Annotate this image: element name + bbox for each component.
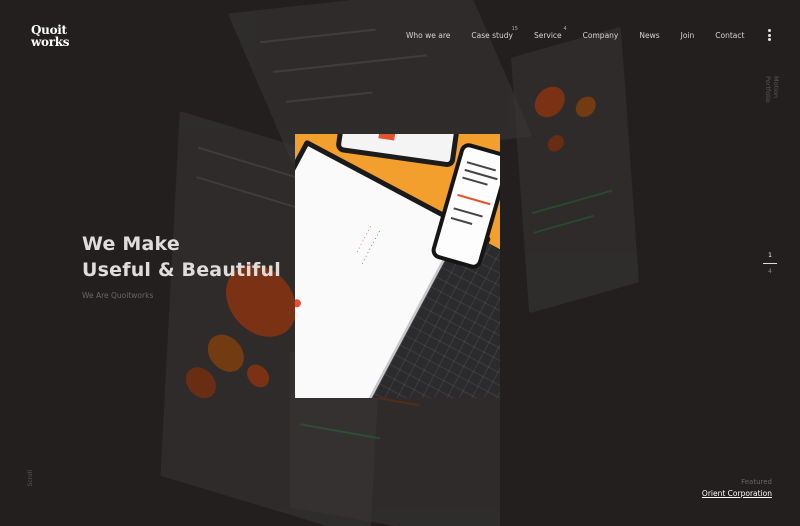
nav-label: Company — [582, 31, 619, 40]
side-tab-portfolio[interactable]: Portfolio — [764, 76, 772, 103]
pager-total: 4 — [768, 268, 772, 275]
nav-join[interactable]: Join — [681, 31, 695, 40]
tablet-mockup — [335, 134, 463, 169]
nav-label: Join — [680, 31, 695, 40]
nav-label: Contact — [715, 31, 745, 40]
hero-heading-line-1: We Make — [82, 233, 180, 255]
pager-current: 1 — [768, 252, 772, 259]
featured-label: Featured — [741, 478, 772, 486]
side-tabs: Motion Portfolio — [764, 76, 780, 113]
quoitworks-logo[interactable]: Quoit works — [31, 24, 70, 49]
main-nav: Who we are Case study 15 Service 4 Company… — [406, 26, 765, 40]
scroll-indicator[interactable]: Scroll — [27, 470, 34, 486]
nav-label: Who we are — [406, 31, 451, 40]
hero-heading-line-2: Useful & Beautiful — [82, 259, 281, 281]
nav-service[interactable]: Service 4 — [533, 26, 567, 40]
featured-work-image[interactable]: ・・・・・・・・ ・・・・・・・・・・ — [295, 134, 500, 398]
nav-label: Service — [533, 31, 562, 40]
nav-case-study[interactable]: Case study 15 — [471, 26, 518, 40]
slide-pager[interactable]: 1 4 — [763, 252, 777, 275]
nav-label: News — [639, 31, 660, 40]
nav-badge: 15 — [511, 26, 518, 32]
side-tab-motion[interactable]: Motion — [772, 76, 780, 103]
nav-who-we-are[interactable]: Who we are — [406, 31, 450, 40]
logo-line-2: works — [31, 35, 70, 49]
hero-subtitle: We Are Quoitworks — [82, 291, 154, 300]
nav-badge: 4 — [563, 26, 567, 32]
nav-news[interactable]: News — [639, 31, 659, 40]
hero-stage: Quoit works Who we are Case study 15 Serv… — [0, 0, 800, 526]
featured-client-link[interactable]: Orient Corporation — [702, 489, 772, 498]
pager-divider — [763, 263, 777, 264]
background-mockup-right — [511, 26, 639, 314]
vertical-dots-icon[interactable] — [768, 29, 772, 41]
nav-contact[interactable]: Contact — [715, 31, 744, 40]
nav-label: Case study — [471, 31, 513, 40]
nav-company[interactable]: Company — [583, 31, 619, 40]
